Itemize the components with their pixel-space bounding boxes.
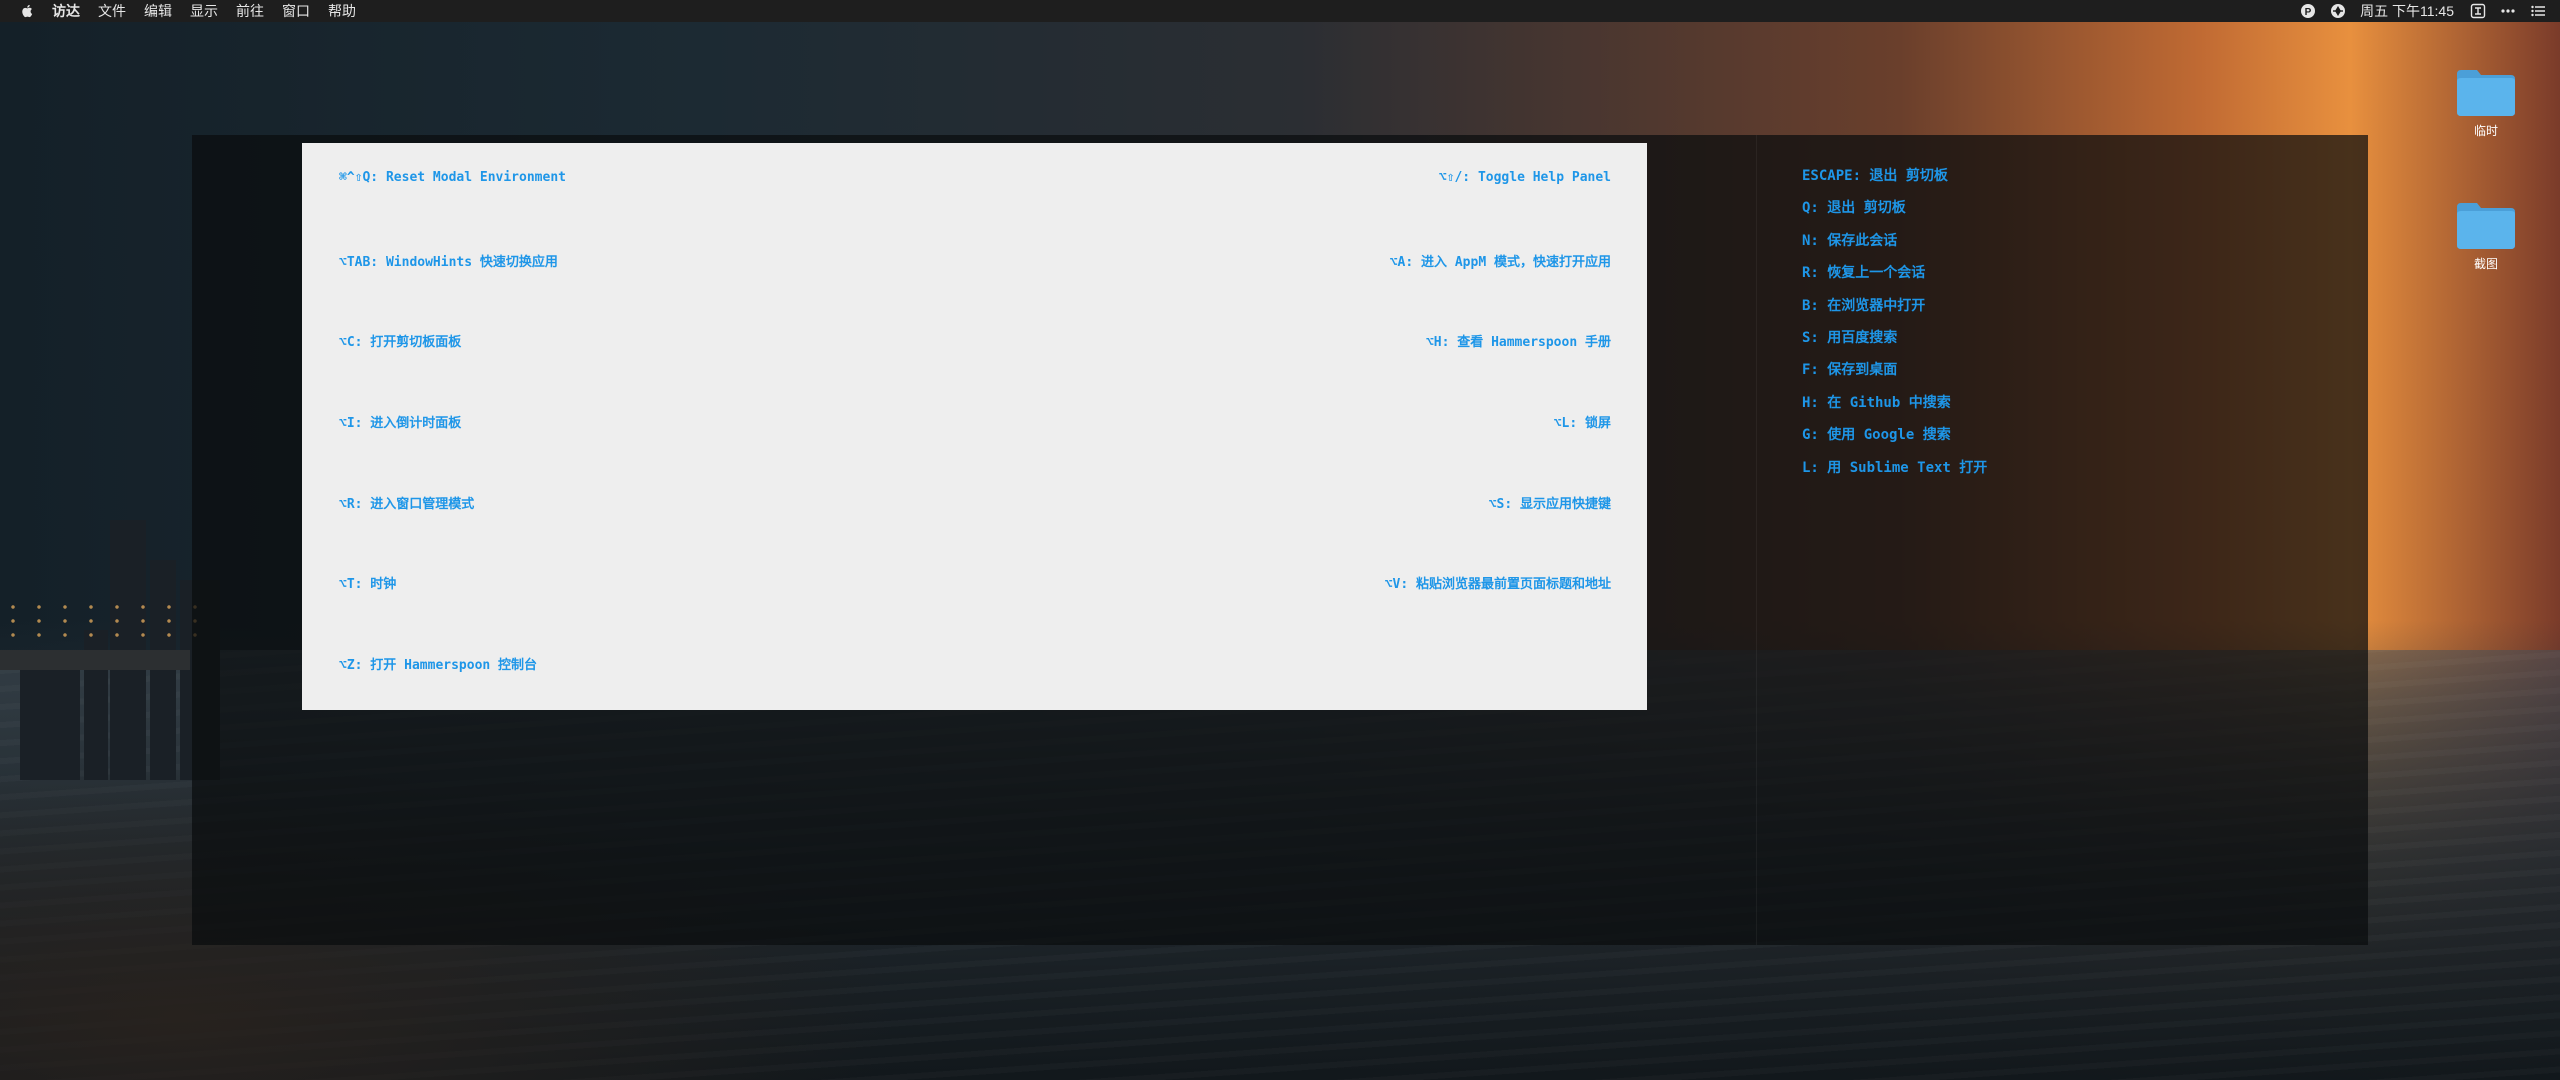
menu-edit[interactable]: 编辑 (144, 0, 172, 22)
clipboard-key-s: S: 用百度搜索 (1802, 329, 1898, 346)
clipboard-key-b: B: 在浏览器中打开 (1802, 297, 1926, 314)
menu-view[interactable]: 显示 (190, 0, 218, 22)
desktop-folder-temp[interactable]: 临时 (2441, 66, 2531, 139)
help-item-toggle-help: ⌥⇧/: Toggle Help Panel (1438, 170, 1611, 185)
help-item-paste-browser: ⌥V: 粘贴浏览器最前置页面标题和地址 (1384, 577, 1611, 592)
help-item-console: ⌥Z: 打开 Hammerspoon 控制台 (339, 658, 538, 673)
help-item-clipboard: ⌥C: 打开剪切板面板 (339, 335, 462, 350)
menu-go[interactable]: 前往 (236, 0, 264, 22)
help-item-manual: ⌥H: 查看 Hammerspoon 手册 (1425, 335, 1611, 350)
clipboard-key-n: N: 保存此会话 (1802, 232, 1898, 249)
clipboard-key-l: L: 用 Sublime Text 打开 (1802, 459, 1988, 476)
wallpaper-city-lights (0, 600, 200, 640)
apple-logo-icon[interactable] (20, 4, 34, 18)
help-item-app-shortcuts: ⌥S: 显示应用快捷键 (1488, 497, 1611, 512)
help-item-window-management: ⌥R: 进入窗口管理模式 (339, 497, 475, 512)
menu-bar: 访达 文件 编辑 显示 前往 窗口 帮助 P 周五 下午11:45 (0, 0, 2560, 22)
desktop-folder-label: 临时 (2473, 124, 2498, 138)
clipboard-key-q: Q: 退出 剪切板 (1802, 200, 1906, 217)
p-circle-icon[interactable]: P (2300, 3, 2316, 19)
help-item-countdown: ⌥I: 进入倒计时面板 (339, 416, 462, 431)
input-method-icon[interactable] (2470, 3, 2486, 19)
svg-text:P: P (2305, 7, 2312, 18)
help-panel: ⌘^⇧Q: Reset Modal Environment ⌥TAB: Wind… (302, 143, 1647, 710)
menu-finder[interactable]: 访达 (52, 0, 80, 22)
desktop-folder-screenshots[interactable]: 截图 (2441, 199, 2531, 272)
list-icon[interactable] (2530, 3, 2546, 19)
modal-divider (1756, 135, 1757, 945)
menu-help[interactable]: 帮助 (328, 0, 356, 22)
clipboard-key-f: F: 保存到桌面 (1802, 362, 1898, 379)
help-item-lock: ⌥L: 锁屏 (1553, 416, 1611, 431)
clipboard-key-h: H: 在 Github 中搜索 (1802, 394, 1951, 411)
menu-file[interactable]: 文件 (98, 0, 126, 22)
menu-window[interactable]: 窗口 (282, 0, 310, 22)
clipboard-key-r: R: 恢复上一个会话 (1802, 265, 1926, 282)
more-icon[interactable] (2500, 3, 2516, 19)
wallpaper-pier (0, 650, 190, 670)
desktop-folder-label: 截图 (2473, 257, 2498, 271)
help-item-reset: ⌘^⇧Q: Reset Modal Environment (339, 170, 566, 185)
help-item-clock: ⌥T: 时钟 (339, 577, 397, 592)
clipboard-key-escape: ESCAPE: 退出 剪切板 (1802, 168, 1948, 184)
menu-bar-status-area: P 周五 下午11:45 (2300, 0, 2560, 22)
clipboard-modal-keys: ESCAPE: 退出 剪切板 Q: 退出 剪切板 N: 保存此会话 R: 恢复上… (1802, 166, 1987, 490)
aperture-icon[interactable] (2330, 3, 2346, 19)
menu-bar-clock[interactable]: 周五 下午11:45 (2360, 1, 2454, 21)
folder-icon (2457, 203, 2515, 249)
help-item-windowhints: ⌥TAB: WindowHints 快速切换应用 (339, 255, 558, 270)
help-item-appm: ⌥A: 进入 AppM 模式，快速打开应用 (1389, 255, 1611, 270)
folder-icon (2457, 70, 2515, 116)
clipboard-key-g: G: 使用 Google 搜索 (1802, 427, 1951, 444)
